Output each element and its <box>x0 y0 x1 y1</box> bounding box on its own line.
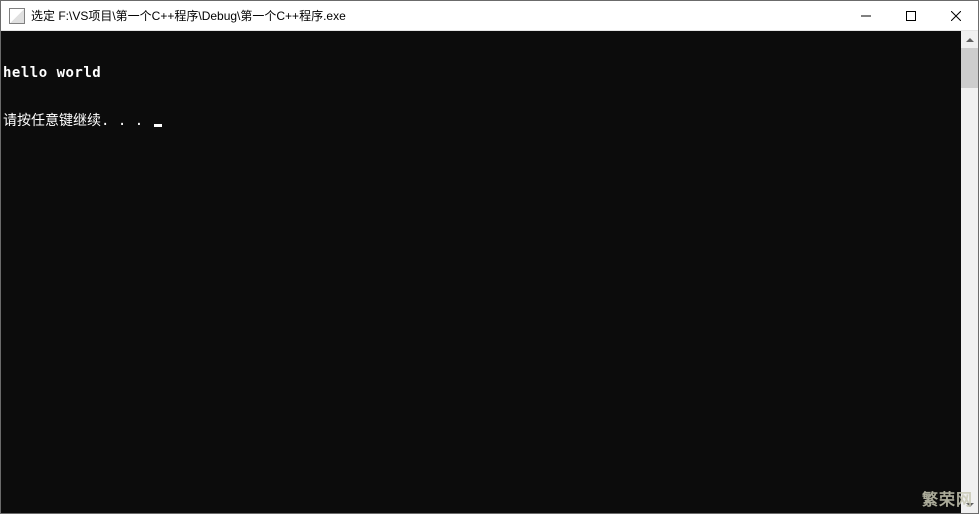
console-output[interactable]: hello world 请按任意键继续. . . <box>1 31 961 513</box>
output-line: hello world <box>3 65 961 81</box>
minimize-button[interactable] <box>843 1 888 30</box>
maximize-icon <box>906 11 916 21</box>
titlebar[interactable]: 选定 F:\VS项目\第一个C++程序\Debug\第一个C++程序.exe <box>1 1 978 31</box>
minimize-icon <box>861 11 871 21</box>
close-button[interactable] <box>933 1 978 30</box>
cursor-icon <box>154 124 162 127</box>
chevron-up-icon <box>966 38 974 42</box>
scroll-track[interactable] <box>961 48 978 496</box>
prompt-text: 请按任意键继续. . . <box>3 113 152 129</box>
content-area: hello world 请按任意键继续. . . <box>1 31 978 513</box>
scroll-thumb[interactable] <box>961 48 978 88</box>
scroll-up-button[interactable] <box>961 31 978 48</box>
vertical-scrollbar[interactable] <box>961 31 978 513</box>
chevron-down-icon <box>966 503 974 507</box>
window-controls <box>843 1 978 30</box>
app-icon <box>9 8 25 24</box>
window-title: 选定 F:\VS项目\第一个C++程序\Debug\第一个C++程序.exe <box>31 7 843 24</box>
close-icon <box>951 11 961 21</box>
maximize-button[interactable] <box>888 1 933 30</box>
console-window: 选定 F:\VS项目\第一个C++程序\Debug\第一个C++程序.exe h… <box>0 0 979 514</box>
scroll-down-button[interactable] <box>961 496 978 513</box>
output-line: 请按任意键继续. . . <box>3 113 961 129</box>
